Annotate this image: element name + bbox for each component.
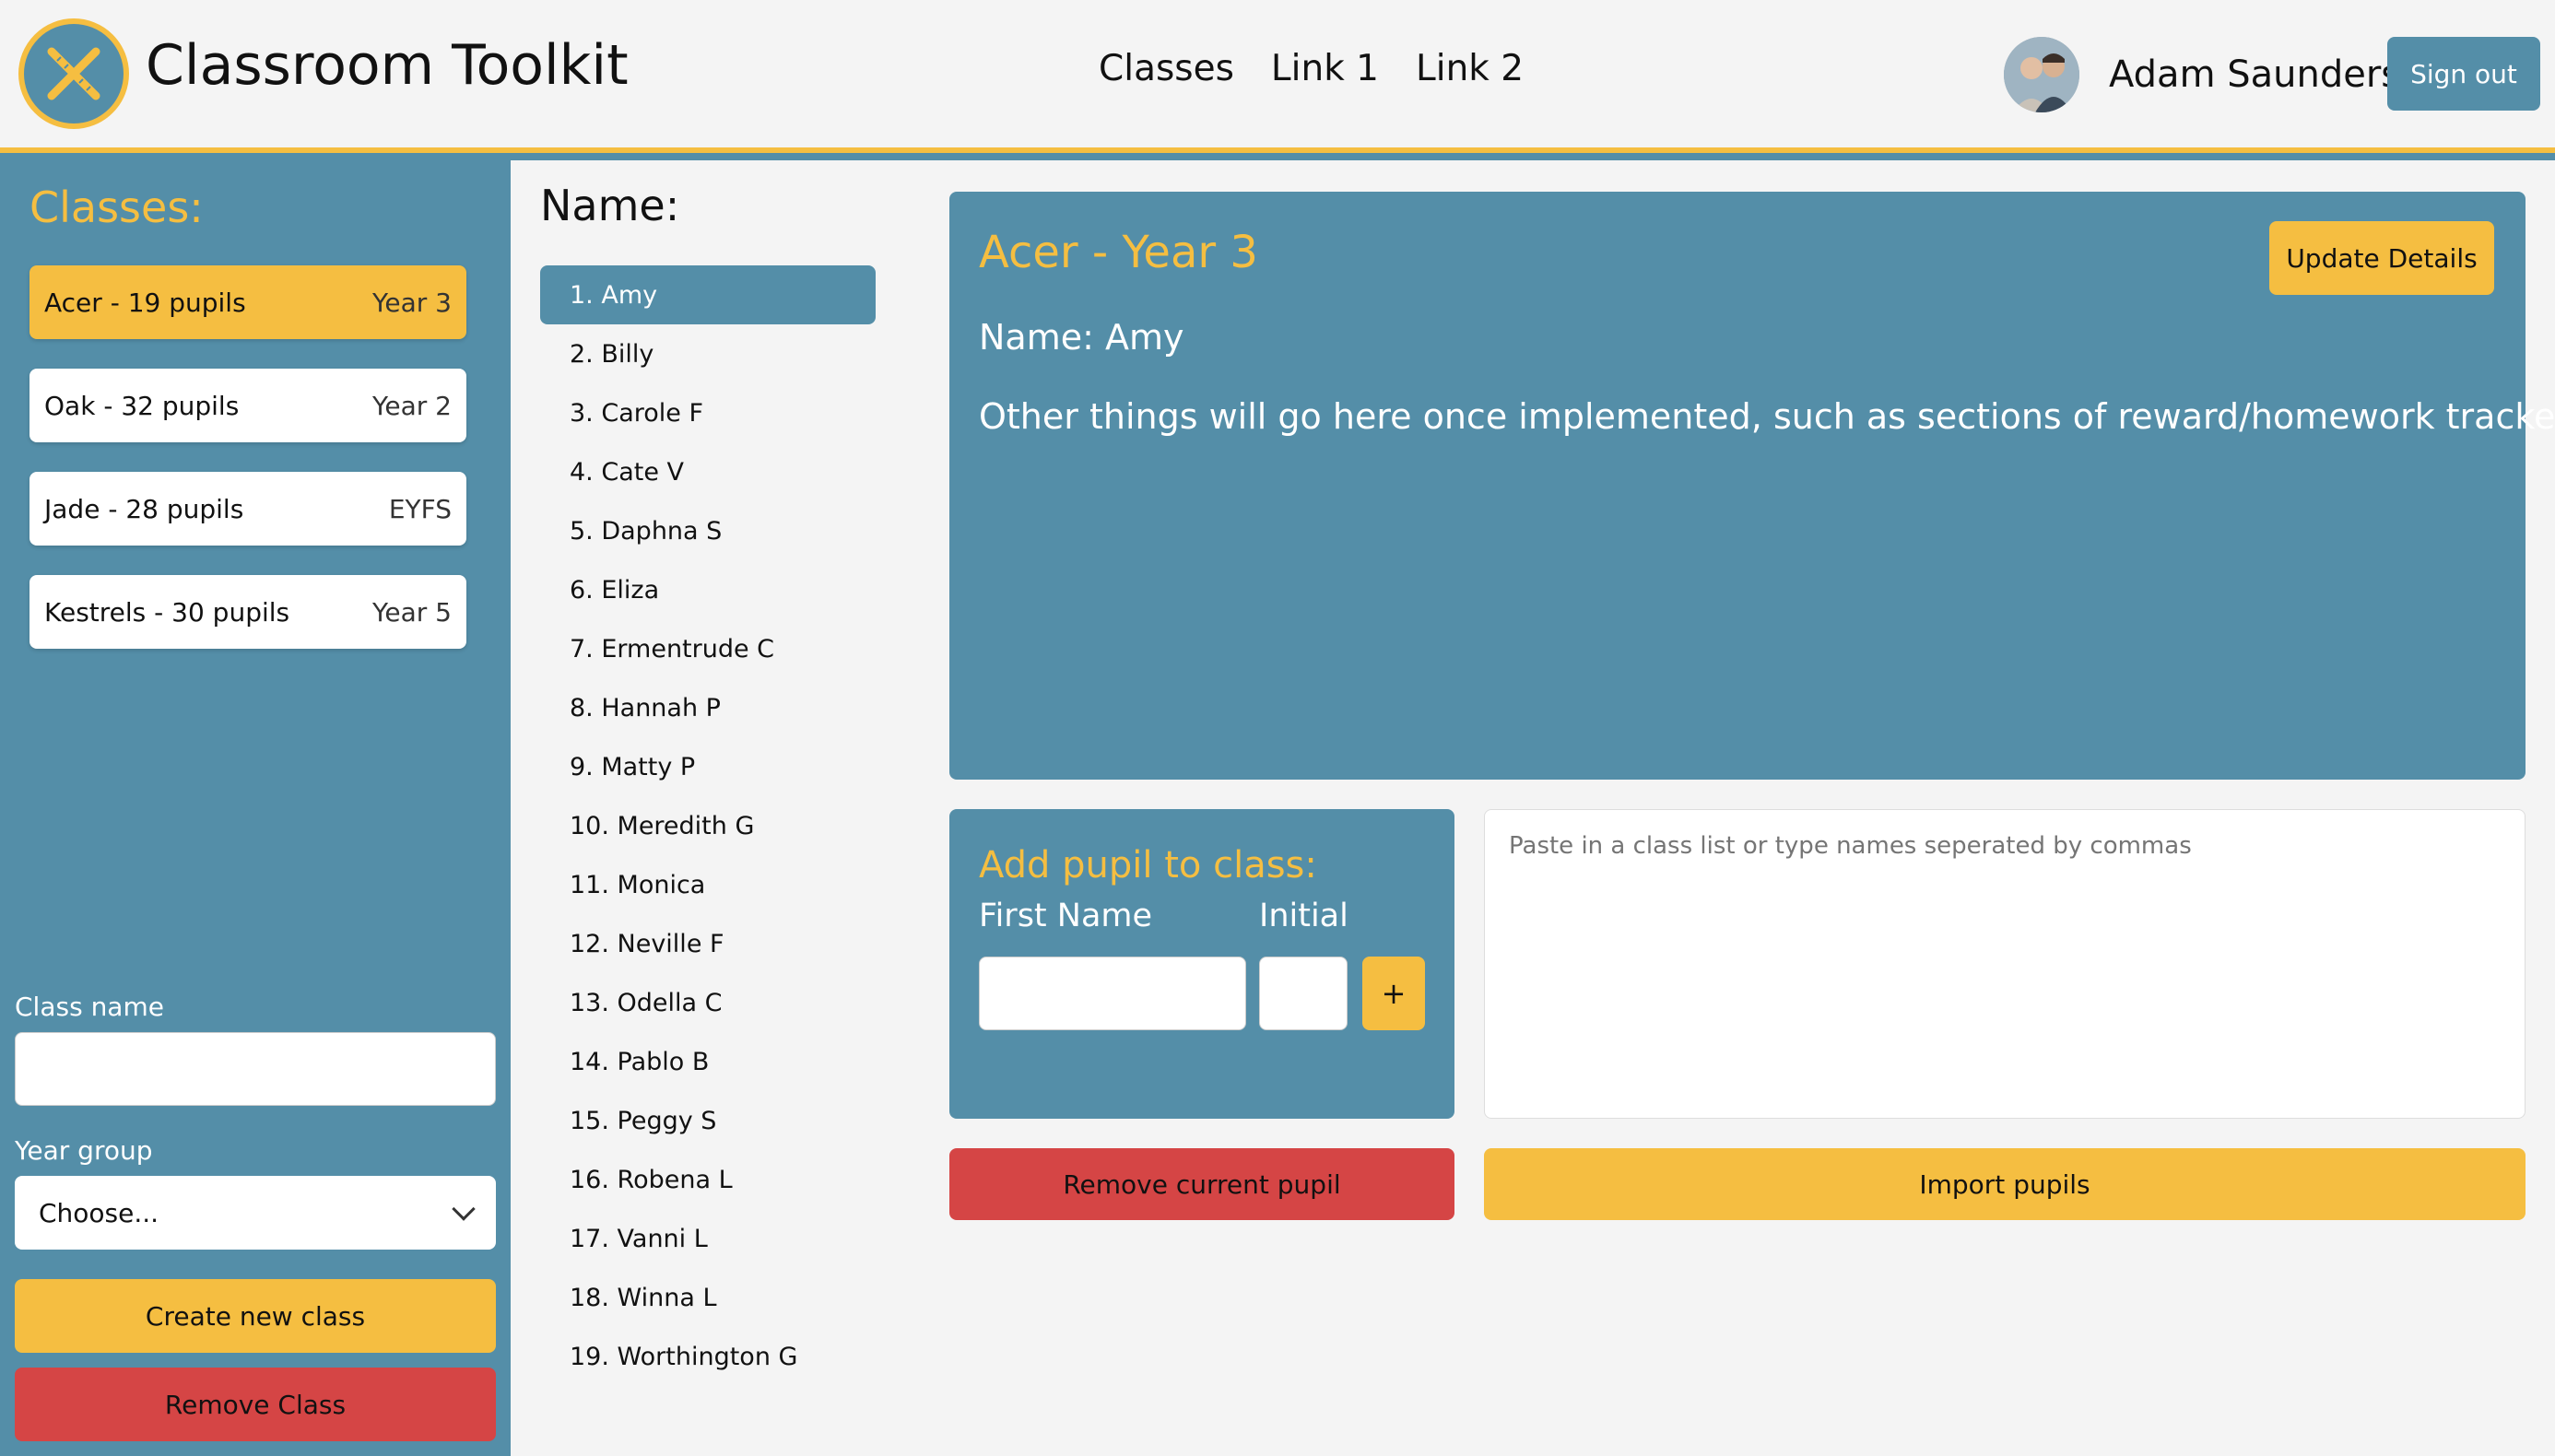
pupil-list-item[interactable]: 10. Meredith G <box>540 796 876 855</box>
initial-input[interactable] <box>1259 957 1348 1030</box>
detail-pupil-name: Name: Amy <box>979 317 1184 358</box>
first-name-input[interactable] <box>979 957 1246 1030</box>
pupil-list-item[interactable]: 2. Billy <box>540 324 876 383</box>
pupil-list-item[interactable]: 4. Cate V <box>540 442 876 501</box>
pupil-list-item[interactable]: 19. Worthington G <box>540 1327 876 1386</box>
avatar-photo-icon <box>2004 37 2079 112</box>
pupil-list-item[interactable]: 3. Carole F <box>540 383 876 442</box>
class-card-year: Year 3 <box>372 287 452 318</box>
pupil-list-item[interactable]: 6. Eliza <box>540 560 876 619</box>
pupil-list-item[interactable]: 12. Neville F <box>540 914 876 973</box>
class-card-name: Oak - 32 pupils <box>44 390 240 421</box>
class-card-jade[interactable]: Jade - 28 pupils EYFS <box>29 472 466 546</box>
pupil-list-item[interactable]: 5. Daphna S <box>540 501 876 560</box>
detail-class-title: Acer - Year 3 <box>979 227 1258 278</box>
update-details-button[interactable]: Update Details <box>2269 221 2494 295</box>
year-group-label: Year group <box>15 1135 153 1166</box>
initial-label: Initial <box>1259 898 1348 934</box>
pupil-list-item[interactable]: 14. Pablo B <box>540 1032 876 1091</box>
add-pupil-panel: Add pupil to class: First Name Initial + <box>949 809 1454 1119</box>
class-list-textarea[interactable] <box>1484 809 2526 1119</box>
class-card-oak[interactable]: Oak - 32 pupils Year 2 <box>29 369 466 442</box>
class-card-year: EYFS <box>388 493 452 524</box>
chevron-down-icon <box>452 1197 476 1221</box>
pupil-list-item[interactable]: 8. Hannah P <box>540 678 876 737</box>
class-card-year: Year 5 <box>372 596 452 628</box>
pencil-ruler-icon <box>47 47 100 100</box>
create-class-button[interactable]: Create new class <box>15 1279 496 1353</box>
year-group-select[interactable]: Choose... <box>15 1176 496 1250</box>
pupil-list-item[interactable]: 7. Ermentrude C <box>540 619 876 678</box>
nav-link-classes[interactable]: Classes <box>1099 48 1234 89</box>
add-pupil-button[interactable]: + <box>1362 957 1425 1030</box>
main-nav: Classes Link 1 Link 2 <box>1099 48 1524 89</box>
class-card-year: Year 2 <box>372 390 452 421</box>
pupil-list-heading: Name: <box>540 181 680 230</box>
app-title: Classroom Toolkit <box>146 33 629 98</box>
header-divider <box>0 153 2555 160</box>
class-name-input[interactable] <box>15 1032 496 1106</box>
remove-class-button[interactable]: Remove Class <box>15 1368 496 1441</box>
class-card-name: Acer - 19 pupils <box>44 287 246 318</box>
detail-placeholder-text: Other things will go here once implement… <box>979 396 2555 437</box>
class-card-name: Jade - 28 pupils <box>44 493 244 524</box>
import-pupils-button[interactable]: Import pupils <box>1484 1148 2526 1220</box>
sign-out-button[interactable]: Sign out <box>2387 37 2540 111</box>
nav-link-1[interactable]: Link 1 <box>1271 48 1379 89</box>
pupil-list-item[interactable]: 18. Winna L <box>540 1268 876 1327</box>
pupil-list-item[interactable]: 15. Peggy S <box>540 1091 876 1150</box>
top-header: Classroom Toolkit Classes Link 1 Link 2 … <box>0 0 2555 147</box>
class-card-name: Kestrels - 30 pupils <box>44 596 290 628</box>
nav-link-2[interactable]: Link 2 <box>1416 48 1524 89</box>
user-avatar[interactable] <box>2004 37 2079 112</box>
classes-sidebar: Classes: Acer - 19 pupils Year 3 Oak - 3… <box>0 160 511 1456</box>
class-card-kestrels[interactable]: Kestrels - 30 pupils Year 5 <box>29 575 466 649</box>
pupil-list-item[interactable]: 13. Odella C <box>540 973 876 1032</box>
pupil-list-item[interactable]: 11. Monica <box>540 855 876 914</box>
remove-pupil-button[interactable]: Remove current pupil <box>949 1148 1454 1220</box>
year-group-selected-value: Choose... <box>39 1197 159 1228</box>
pupil-list-item[interactable]: 17. Vanni L <box>540 1209 876 1268</box>
pupil-list-item[interactable]: 9. Matty P <box>540 737 876 796</box>
classes-heading: Classes: <box>29 182 204 232</box>
pupil-list-item[interactable]: 1. Amy <box>540 265 876 324</box>
username-label: Adam Saunders <box>2109 53 2401 96</box>
class-card-acer[interactable]: Acer - 19 pupils Year 3 <box>29 265 466 339</box>
pupil-list-item[interactable]: 16. Robena L <box>540 1150 876 1209</box>
class-name-label: Class name <box>15 992 164 1022</box>
first-name-label: First Name <box>979 898 1153 934</box>
app-logo <box>18 18 129 129</box>
pupil-detail-panel: Acer - Year 3 Update Details Name: Amy O… <box>949 192 2555 780</box>
add-pupil-heading: Add pupil to class: <box>979 844 1317 887</box>
